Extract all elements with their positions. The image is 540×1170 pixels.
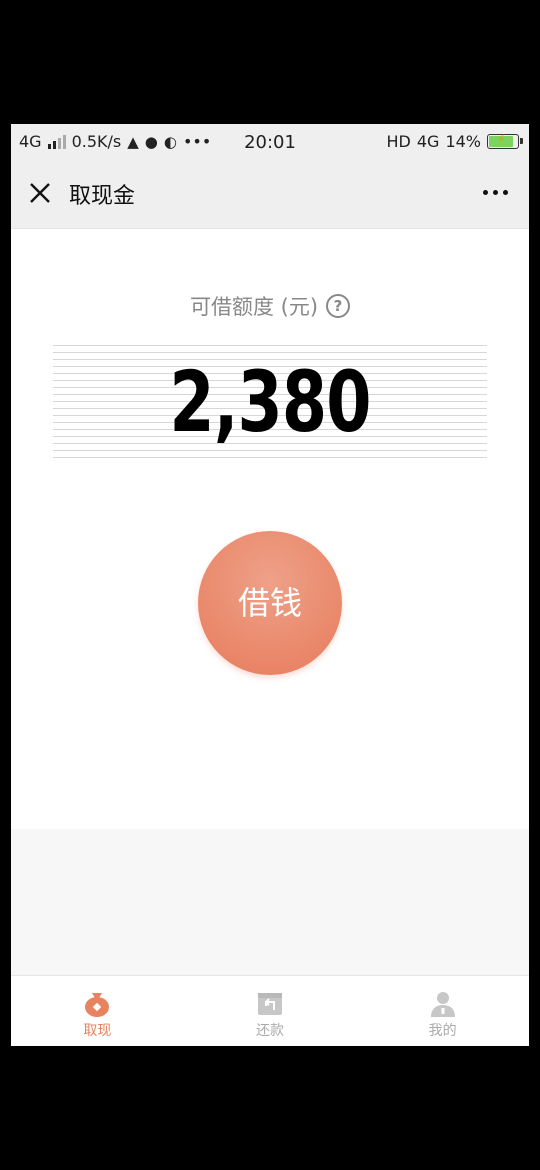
tab-label: 还款	[256, 1023, 284, 1039]
help-icon[interactable]: ?	[326, 294, 351, 318]
amount-panel: 2,380	[53, 345, 487, 463]
close-button[interactable]	[25, 178, 55, 208]
network-type-right: 4G	[416, 132, 440, 151]
tab-repay[interactable]: 还款	[184, 976, 357, 1046]
tab-withdraw[interactable]: 取现	[11, 976, 184, 1046]
hd-indicator: HD	[386, 132, 411, 151]
page-title: 取现金	[69, 184, 136, 209]
tab-mine[interactable]: 我的	[356, 976, 529, 1046]
user-icon	[430, 992, 455, 1017]
more-dot-icon	[482, 189, 488, 195]
more-options-button[interactable]	[475, 180, 515, 204]
app-screen: 4G 0.5K/s ▲ ● ◐ ••• 20:01 HD 4G 14% ⚡ 取现…	[11, 124, 529, 1046]
tab-label: 取现	[83, 1023, 112, 1039]
battery-percent: 14%	[445, 132, 481, 151]
quota-amount: 2,380	[169, 353, 371, 451]
quota-label-text: 可借额度 (元)	[189, 295, 319, 319]
battery-icon: ⚡	[487, 132, 523, 149]
money-bag-icon	[85, 993, 110, 1017]
title-bar: 取现金	[11, 160, 529, 229]
borrow-button[interactable]: 借钱	[198, 531, 342, 675]
quota-label: 可借额度 (元)?	[11, 291, 529, 321]
main-content: 可借额度 (元)? 2,380 借钱	[11, 229, 529, 829]
bottom-tab-bar: 取现 还款 我的	[11, 975, 529, 1046]
status-bar: 4G 0.5K/s ▲ ● ◐ ••• 20:01 HD 4G 14% ⚡	[11, 124, 529, 160]
repay-box-icon	[258, 993, 282, 1015]
close-icon	[30, 183, 50, 203]
tab-label: 我的	[428, 1023, 457, 1039]
